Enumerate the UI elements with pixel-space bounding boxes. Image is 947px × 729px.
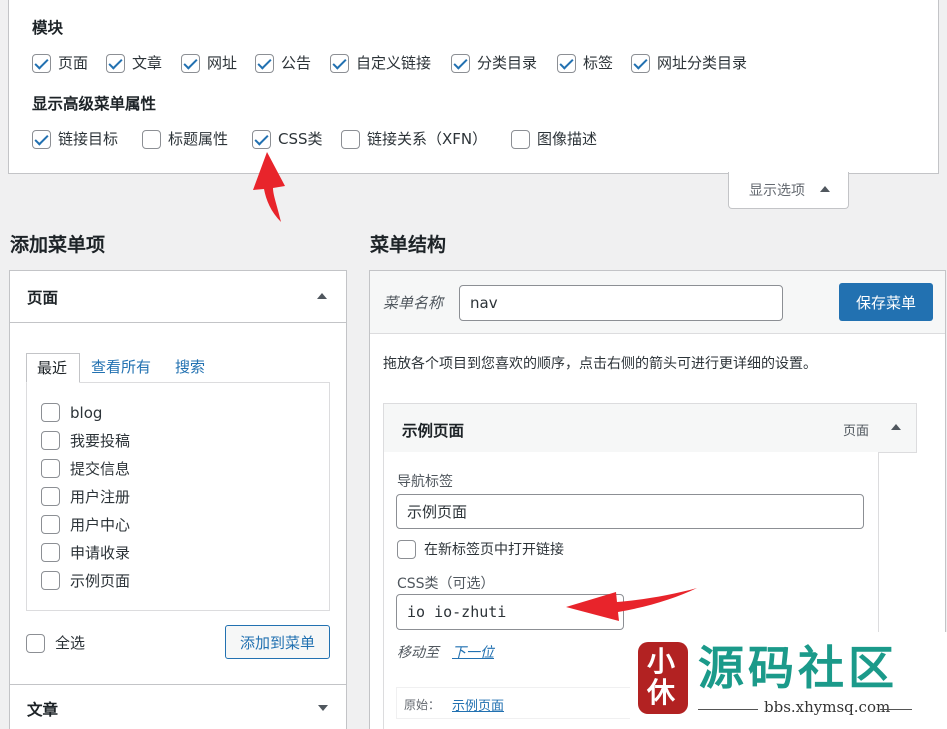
module-checkbox-sites[interactable] [181, 54, 200, 73]
menu-item-toggle-icon[interactable] [891, 424, 901, 430]
save-menu-label: 保存菜单 [855, 293, 916, 312]
page-item-label: 提交信息 [70, 460, 131, 478]
module-label: 标签 [583, 54, 614, 72]
advanced-checkbox-link-target[interactable] [32, 130, 51, 149]
advanced-label: CSS类 [278, 130, 323, 148]
open-new-tab-label: 在新标签页中打开链接 [424, 542, 564, 558]
advanced-checkbox-css-classes[interactable] [252, 130, 271, 149]
save-menu-button[interactable]: 保存菜单 [839, 283, 933, 321]
module-checkbox-tags[interactable] [557, 54, 576, 73]
select-all-label: 全选 [55, 634, 86, 652]
menu-name-input[interactable]: nav [459, 285, 783, 321]
caret-up-icon [820, 186, 830, 192]
tab-recent[interactable]: 最近 [26, 353, 80, 383]
expand-caret-icon[interactable] [318, 705, 328, 711]
move-to-label: 移动至 [397, 645, 439, 661]
open-new-tab-checkbox[interactable] [397, 540, 416, 559]
add-to-menu-label: 添加到菜单 [239, 633, 315, 652]
page-item-label: 我要投稿 [70, 432, 131, 450]
advanced-checkbox-image-description[interactable] [511, 130, 530, 149]
screen-options-toggle[interactable]: 显示选项 [728, 172, 849, 209]
annotation-arrow-left-icon [566, 588, 697, 621]
nav-label-value: 示例页面 [407, 503, 468, 521]
tab-recent-label: 最近 [37, 359, 68, 377]
advanced-label: 链接关系（XFN） [367, 130, 488, 148]
watermark-title: 源码社区 [698, 641, 898, 695]
page-item-checkbox[interactable] [41, 403, 60, 422]
nav-label-input[interactable]: 示例页面 [396, 494, 864, 529]
module-label: 公告 [281, 54, 312, 72]
page-item-checkbox[interactable] [41, 459, 60, 478]
advanced-checkbox-title-attribute[interactable] [142, 130, 161, 149]
module-checkbox-site-categories[interactable] [631, 54, 650, 73]
module-label: 自定义链接 [356, 54, 432, 72]
original-link-box: 原始： 示例页面 [396, 687, 636, 719]
advanced-checkbox-xfn[interactable] [341, 130, 360, 149]
module-checkbox-categories[interactable] [451, 54, 470, 73]
annotation-arrow-up-icon [253, 152, 285, 222]
page-item-label: blog [70, 404, 103, 422]
page-item-checkbox[interactable] [41, 571, 60, 590]
module-label: 网址 [207, 54, 238, 72]
menu-name-label: 菜单名称 [383, 294, 444, 312]
page-item-label: 示例页面 [70, 572, 131, 590]
menu-item-type: 页面 [843, 424, 870, 439]
css-classes-value: io io-zhuti [407, 603, 507, 621]
css-classes-caption: CSS类（可选） [397, 576, 495, 592]
screen-options-toggle-label: 显示选项 [749, 183, 805, 199]
select-all-checkbox[interactable] [26, 634, 45, 653]
page-item-checkbox[interactable] [41, 487, 60, 506]
watermark-url: bbs.xhymsq.com [764, 698, 891, 716]
page-item-checkbox[interactable] [41, 515, 60, 534]
watermark-seal-text: 小休 [647, 645, 676, 709]
add-menu-items-heading: 添加菜单项 [10, 234, 106, 256]
page-item-checkbox[interactable] [41, 543, 60, 562]
page-item-checkbox[interactable] [41, 431, 60, 450]
watermark: 小休 源码社区 bbs.xhymsq.com [630, 632, 947, 729]
menu-structure-heading: 菜单结构 [370, 234, 447, 256]
watermark-rule-left [698, 709, 758, 710]
menu-item-header[interactable]: 示例页面 页面 [383, 403, 917, 453]
advanced-label: 链接目标 [58, 130, 119, 148]
pages-metabox-title: 页面 [27, 289, 59, 307]
original-page-link[interactable]: 示例页面 [452, 695, 504, 714]
add-to-menu-button[interactable]: 添加到菜单 [225, 625, 330, 659]
watermark-seal-logo: 小休 [638, 642, 688, 714]
posts-metabox[interactable]: 文章 [9, 684, 347, 729]
original-label: 原始： [404, 698, 441, 712]
menu-name-value: nav [470, 294, 498, 312]
module-label: 页面 [58, 54, 89, 72]
module-checkbox-notices[interactable] [255, 54, 274, 73]
module-checkbox-pages[interactable] [32, 54, 51, 73]
module-label: 网址分类目录 [657, 54, 748, 72]
page-item-label: 申请收录 [70, 544, 131, 562]
collapse-caret-icon[interactable] [317, 293, 327, 299]
module-checkbox-posts[interactable] [106, 54, 125, 73]
page-item-label: 用户中心 [70, 516, 131, 534]
pages-metabox-header[interactable]: 页面 [10, 271, 346, 323]
tab-view-all[interactable]: 查看所有 [91, 358, 151, 377]
advanced-label: 图像描述 [537, 130, 598, 148]
move-down-link[interactable]: 下一位 [452, 644, 494, 663]
tab-search[interactable]: 搜索 [175, 358, 205, 377]
page-item-label: 用户注册 [70, 488, 131, 506]
advanced-label: 标题属性 [168, 130, 229, 148]
module-checkbox-custom-links[interactable] [330, 54, 349, 73]
advanced-properties-heading: 显示高级菜单属性 [32, 95, 157, 113]
watermark-rule-right [880, 709, 912, 710]
posts-metabox-title: 文章 [27, 701, 59, 719]
module-label: 分类目录 [477, 54, 538, 72]
menu-item-title: 示例页面 [402, 422, 465, 440]
menu-instructions: 拖放各个项目到您喜欢的顺序，点击右侧的箭头可进行更详细的设置。 [383, 356, 817, 372]
nav-label-caption: 导航标签 [397, 474, 453, 490]
modules-heading: 模块 [32, 19, 64, 37]
module-label: 文章 [132, 54, 163, 72]
